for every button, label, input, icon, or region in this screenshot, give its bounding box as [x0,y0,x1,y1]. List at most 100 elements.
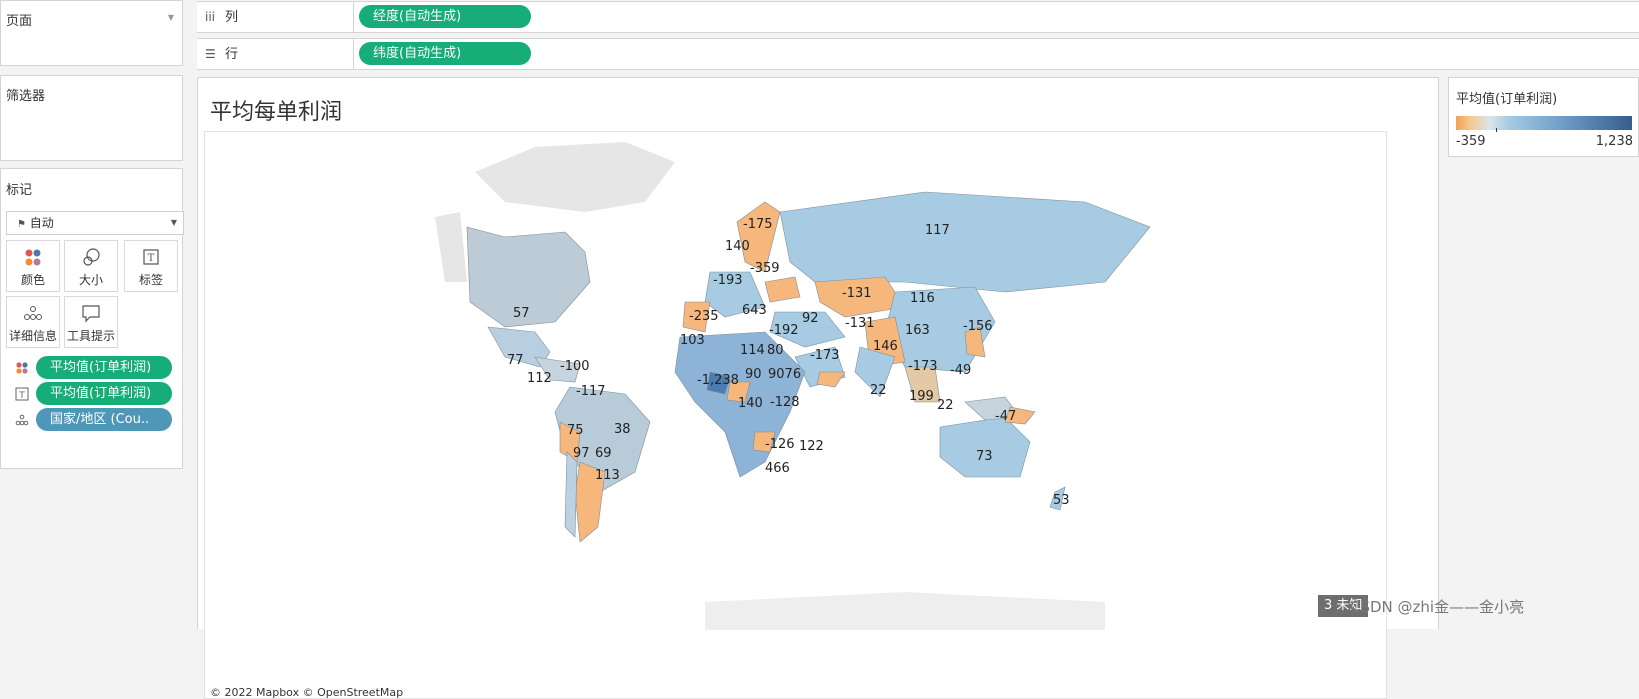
detail-icon [24,306,42,320]
watermark-text: CSDN @zhi金——金小亮 [1350,598,1525,616]
map-label-tanzania: -128 [770,395,800,410]
country-shape-russia[interactable] [779,191,1151,293]
map-label-new-zealand: 53 [1053,493,1070,508]
tooltip-button-label: 工具提示 [66,329,115,343]
map-label-cuba: -100 [560,359,590,374]
map-label-ukraine: -359 [750,261,780,276]
size-icon [83,248,100,266]
antarctica-shape [705,592,1105,630]
color-button-label: 颜色 [20,273,45,287]
map-label-mexico: 77 [507,353,524,368]
map-label-myanmar: -173 [908,359,938,374]
viz-sheet: 平均每单利润 117 -175 140 -359 -193 57 -131 11… [197,77,1439,699]
map-label-mozambique: -126 [765,437,795,452]
map-attribution[interactable]: © 2022 Mapbox © OpenStreetMap [210,686,403,698]
text-label-icon: T [15,387,29,401]
pages-panel-title: 页面 [6,14,33,29]
color-icon [15,361,29,375]
map-label-australia: 73 [976,449,993,464]
map-label-venezuela: -117 [576,384,606,399]
columns-label-text: 列 [225,10,239,25]
viz-title: 平均每单利润 [210,100,343,125]
map-label-congo: 140 [738,396,763,411]
country-shape-yemen[interactable] [816,371,846,388]
label-button[interactable]: T 标签 [124,240,178,292]
detail-icon [15,413,29,427]
country-shape-australia[interactable] [939,416,1031,478]
rows-label-text: 行 [225,47,239,62]
map-label-usa: 57 [513,306,530,321]
label-pill[interactable]: 平均值(订单利润) [36,382,172,405]
map-label-russia: 117 [925,223,950,238]
size-button-label: 大小 [78,273,103,287]
chevron-down-icon: ▼ [170,218,177,227]
marks-panel: 标记 ⚑ 自动 ▼ 颜色 大小 T 标签 详细信息 工具提示 平均值(订单利润)… [0,168,184,469]
map-label-turkey: 92 [802,311,819,326]
color-button[interactable]: 颜色 [6,240,60,292]
map-label-sri-lanka: 22 [870,383,887,398]
legend-zero-tick [1496,128,1497,132]
map-label-morocco: 103 [680,333,705,348]
map-label-indonesia: 22 [937,398,954,413]
map-label-peru: 75 [567,423,584,438]
columns-shelf[interactable]: iii 列 经度(自动生成) [197,1,1639,33]
map-label-israel: 80 [767,343,784,358]
tooltip-icon [82,305,100,323]
map-label-ethiopia: 9076 [768,367,801,382]
country-shape-chile[interactable] [564,451,578,538]
detail-button[interactable]: 详细信息 [6,296,60,348]
color-pill[interactable]: 平均值(订单利润) [36,356,172,379]
columns-shelf-label: iii 列 [197,2,354,32]
marks-panel-title: 标记 [6,183,33,198]
map-label-spain: -235 [689,309,719,324]
map-label-sudan: 90 [745,367,762,382]
color-legend[interactable]: 平均值(订单利润) -359 1,238 [1448,77,1639,157]
detail-button-label: 详细信息 [8,329,57,343]
mark-type-dropdown[interactable]: ⚑ 自动 ▼ [6,211,184,235]
pages-panel[interactable]: 页面 ▼ [0,0,183,66]
filters-panel[interactable]: 筛选器 [0,75,183,161]
map-label-finland: -175 [743,217,773,232]
map-label-mongolia: 116 [910,291,935,306]
map-label-papua: -47 [995,409,1016,424]
legend-title: 平均值(订单利润) [1456,92,1558,107]
longitude-pill[interactable]: 经度(自动生成) [359,5,531,28]
map-label-guatemala: 112 [527,371,552,386]
map-label-ghana: -1,238 [697,373,739,388]
map-label-malaysia: 199 [909,389,934,404]
map-label-philippines: -49 [950,363,971,378]
country-shape-ukraine[interactable] [764,276,801,303]
columns-icon: iii [205,10,216,24]
map-label-uzbekistan: -131 [845,316,875,331]
legend-max-value: 1,238 [1595,134,1633,149]
detail-pill[interactable]: 国家/地区 (Cou.. [36,408,172,431]
rows-shelf-label: ☰ 行 [197,39,354,69]
map-label-china: 163 [905,323,930,338]
latitude-pill[interactable]: 纬度(自动生成) [359,42,531,65]
size-button[interactable]: 大小 [64,240,118,292]
legend-color-ramp [1456,116,1632,130]
rows-icon: ☰ [205,47,216,61]
filled-map[interactable]: 117 -175 140 -359 -193 57 -131 116 -235 … [204,131,1387,699]
filters-panel-title: 筛选器 [6,89,46,104]
map-mark-icon: ⚑ [17,219,26,230]
map-label-kazakhstan: -131 [842,286,872,301]
chevron-down-icon[interactable]: ▼ [168,13,174,22]
svg-text:T: T [18,391,25,401]
map-label-egypt: 114 [740,343,765,358]
map-label-iran: -173 [810,348,840,363]
map-label-uk: -193 [713,273,743,288]
map-label-south-africa: 466 [765,461,790,476]
color-icon [25,249,41,266]
world-map[interactable]: 117 -175 140 -359 -193 57 -131 116 -235 … [205,132,1387,630]
rows-shelf[interactable]: ☰ 行 纬度(自动生成) [197,38,1639,70]
legend-min-value: -359 [1456,134,1486,149]
map-label-chile: 97 [573,446,590,461]
map-label-greece: -192 [769,323,799,338]
greenland-shape [475,142,675,212]
text-label-icon: T [143,249,159,265]
svg-text:T: T [148,253,155,264]
tooltip-button[interactable]: 工具提示 [64,296,118,348]
label-button-label: 标签 [138,273,163,287]
map-label-korea: -156 [963,319,993,334]
